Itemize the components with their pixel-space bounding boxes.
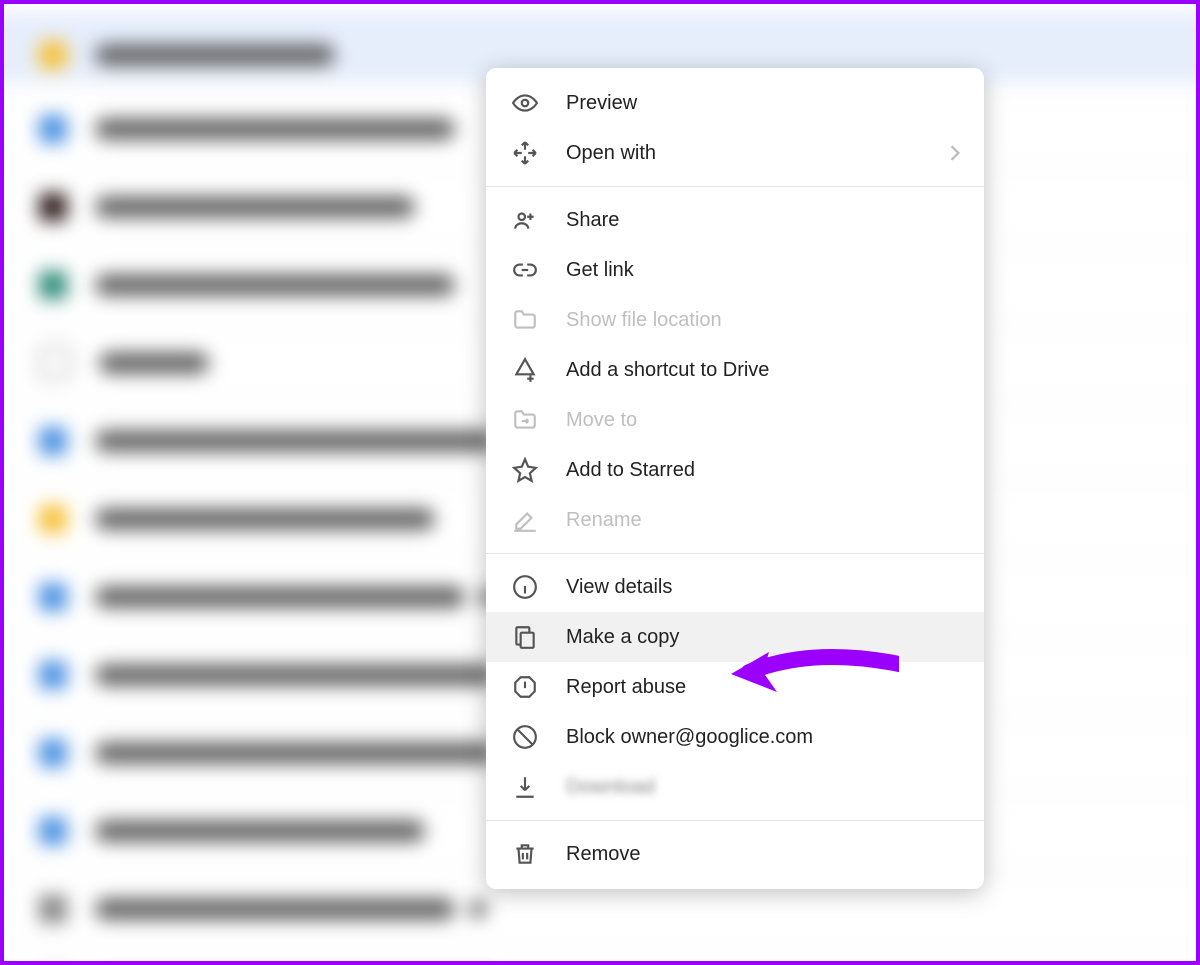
menu-remove[interactable]: Remove bbox=[486, 829, 984, 879]
menu-label: Preview bbox=[566, 92, 637, 115]
visible-suffix: lice.com bbox=[740, 726, 813, 748]
menu-block[interactable]: Block owner@googlice.com bbox=[486, 712, 984, 762]
menu-report-abuse[interactable]: Report abuse bbox=[486, 662, 984, 712]
chevron-right-icon bbox=[950, 145, 960, 161]
menu-label: Move to bbox=[566, 409, 637, 432]
share-icon bbox=[512, 207, 538, 233]
context-menu: Preview Open with Share Get link bbox=[486, 68, 984, 889]
menu-label: Show file location bbox=[566, 309, 722, 332]
menu-rename: Rename bbox=[486, 495, 984, 545]
menu-open-with[interactable]: Open with bbox=[486, 128, 984, 178]
drive-shortcut-icon bbox=[512, 357, 538, 383]
menu-separator bbox=[486, 553, 984, 554]
menu-separator bbox=[486, 820, 984, 821]
menu-get-link[interactable]: Get link bbox=[486, 245, 984, 295]
menu-separator bbox=[486, 186, 984, 187]
menu-label: Get link bbox=[566, 259, 634, 282]
menu-download[interactable]: Download bbox=[486, 762, 984, 812]
info-icon bbox=[512, 574, 538, 600]
menu-preview[interactable]: Preview bbox=[486, 78, 984, 128]
blurred-text: Block owner@goog bbox=[566, 726, 740, 748]
menu-share[interactable]: Share bbox=[486, 195, 984, 245]
menu-label: View details bbox=[566, 576, 672, 599]
menu-label: Add to Starred bbox=[566, 459, 695, 482]
star-icon bbox=[512, 457, 538, 483]
screenshot-frame: Preview Open with Share Get link bbox=[0, 0, 1200, 965]
open-with-icon bbox=[512, 140, 538, 166]
trash-icon bbox=[512, 841, 538, 867]
menu-make-copy[interactable]: Make a copy bbox=[486, 612, 984, 662]
menu-label: Open with bbox=[566, 142, 656, 165]
link-icon bbox=[512, 257, 538, 283]
move-icon bbox=[512, 407, 538, 433]
menu-label: Add a shortcut to Drive bbox=[566, 359, 769, 382]
menu-label: Make a copy bbox=[566, 626, 679, 649]
eye-icon bbox=[512, 90, 538, 116]
report-icon bbox=[512, 674, 538, 700]
menu-label: Report abuse bbox=[566, 676, 686, 699]
menu-label: Rename bbox=[566, 509, 642, 532]
pencil-icon bbox=[512, 507, 538, 533]
menu-label: Block owner@googlice.com bbox=[566, 726, 813, 749]
file-row[interactable] bbox=[0, 948, 1200, 965]
folder-icon bbox=[512, 307, 538, 333]
menu-show-location: Show file location bbox=[486, 295, 984, 345]
menu-view-details[interactable]: View details bbox=[486, 562, 984, 612]
copy-icon bbox=[512, 624, 538, 650]
menu-label: Remove bbox=[566, 843, 640, 866]
menu-move-to: Move to bbox=[486, 395, 984, 445]
menu-add-shortcut[interactable]: Add a shortcut to Drive bbox=[486, 345, 984, 395]
menu-label: Download bbox=[566, 776, 655, 799]
menu-label: Share bbox=[566, 209, 619, 232]
block-icon bbox=[512, 724, 538, 750]
download-icon bbox=[512, 774, 538, 800]
menu-add-starred[interactable]: Add to Starred bbox=[486, 445, 984, 495]
